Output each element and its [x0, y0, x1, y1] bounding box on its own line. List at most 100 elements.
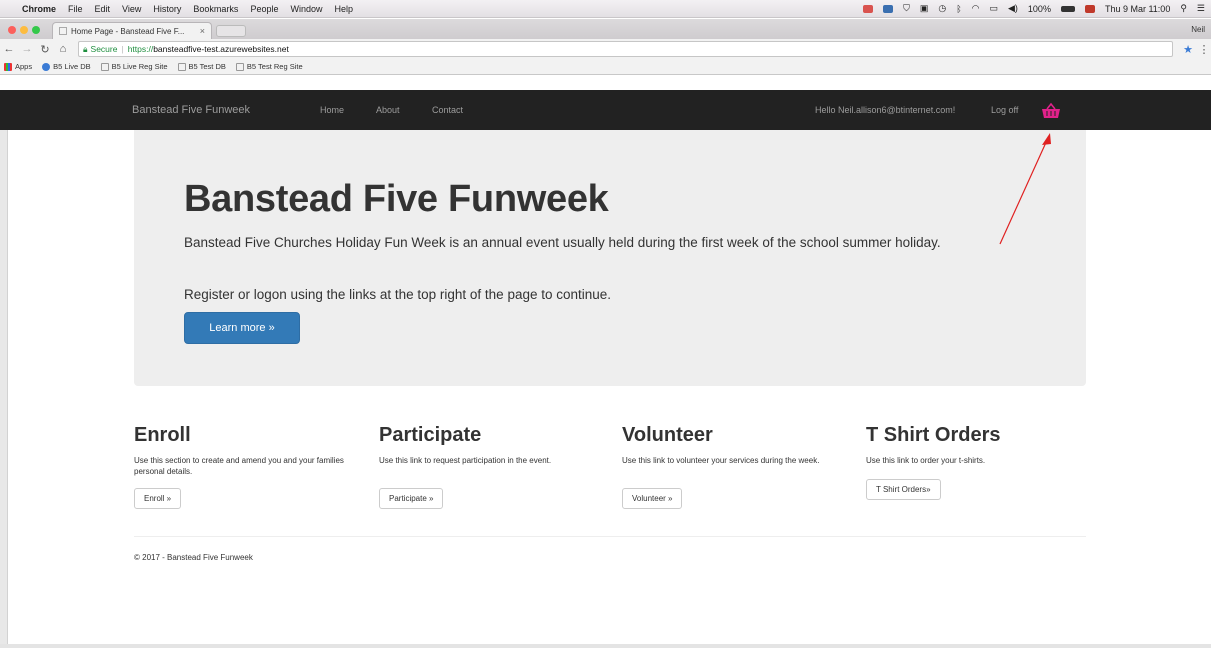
notification-center-icon[interactable]: ☰: [1197, 3, 1205, 14]
bookmark-apps[interactable]: Apps: [4, 62, 32, 71]
bookmark-label: B5 Live Reg Site: [111, 62, 168, 71]
dropbox-icon[interactable]: [883, 4, 894, 13]
section-participate: Participate Use this link to request par…: [379, 424, 614, 509]
wifi-icon[interactable]: ◠: [972, 3, 980, 14]
menubar-clock[interactable]: Thu 9 Mar 11:00: [1105, 4, 1170, 14]
spotlight-search-icon[interactable]: ⚲: [1180, 3, 1187, 14]
jumbotron-register-text: Register or logon using the links at the…: [184, 287, 612, 302]
bookmark-b5-test-db[interactable]: B5 Test DB: [177, 62, 226, 71]
back-arrow-icon[interactable]: ←: [0, 43, 18, 55]
menu-file[interactable]: File: [68, 4, 83, 14]
menu-window[interactable]: Window: [290, 4, 322, 14]
window-left-edge: [0, 130, 8, 648]
bookmark-label: B5 Test DB: [188, 62, 226, 71]
menu-app-name[interactable]: Chrome: [22, 4, 56, 14]
volunteer-button[interactable]: Volunteer »: [622, 488, 683, 509]
close-window-icon[interactable]: [8, 26, 16, 34]
section-title: Enroll: [134, 424, 191, 446]
document-icon: [177, 62, 186, 71]
menu-help[interactable]: Help: [334, 4, 353, 14]
window-bottom-edge: [0, 644, 1211, 648]
bookmarks-bar: Apps B5 Live DB B5 Live Reg Site B5 Test…: [0, 59, 1211, 74]
nav-logoff-link[interactable]: Log off: [991, 105, 1018, 115]
learn-more-button[interactable]: Learn more »: [184, 312, 300, 344]
page-icon: [235, 62, 244, 71]
shopping-basket-icon[interactable]: [1041, 102, 1061, 120]
jumbotron-lead: Banstead Five Churches Holiday Fun Week …: [184, 235, 941, 250]
status-app-icon[interactable]: [863, 4, 874, 13]
airplay-icon[interactable]: ▭: [989, 3, 998, 14]
minimize-window-icon[interactable]: [20, 26, 28, 34]
bookmark-label: B5 Live DB: [53, 62, 91, 71]
bookmark-label: Apps: [15, 62, 33, 71]
bookmark-star-icon[interactable]: ★: [1179, 43, 1197, 56]
page-icon: [100, 62, 109, 71]
macos-menubar: Chrome File Edit View History Bookmarks …: [0, 0, 1211, 18]
section-title: T Shirt Orders: [866, 424, 1001, 446]
section-text: Use this section to create and amend you…: [134, 456, 344, 476]
navigation-row: ← → ↻ ⌂ 🔒︎ Secure | https:// bansteadfiv…: [0, 39, 1211, 59]
annotation-arrow-icon: [999, 133, 1051, 245]
window-controls: [0, 26, 52, 39]
menu-bookmarks[interactable]: Bookmarks: [193, 4, 238, 14]
time-machine-icon[interactable]: ◷: [938, 3, 946, 14]
secure-label: Secure: [90, 44, 118, 54]
menu-view[interactable]: View: [122, 4, 141, 14]
browser-tab-active[interactable]: Home Page - Banstead Five F... ×: [52, 22, 212, 39]
menu-edit[interactable]: Edit: [95, 4, 111, 14]
new-tab-button[interactable]: [216, 25, 246, 37]
section-tshirt-orders: T Shirt Orders Use this link to order yo…: [866, 424, 1101, 500]
participate-button[interactable]: Participate »: [379, 488, 444, 509]
page-favicon-icon: [59, 27, 67, 35]
nav-user-greeting[interactable]: Hello Neil.allison6@btinternet.com!: [815, 105, 955, 115]
shield-icon[interactable]: ⛉: [903, 3, 910, 14]
lock-icon: 🔒︎: [83, 43, 88, 54]
display-icon[interactable]: ▣: [920, 3, 929, 14]
page-title: Banstead Five Funweek: [184, 178, 609, 220]
enroll-button[interactable]: Enroll »: [134, 488, 182, 509]
menubar-status-area: ⛉ ▣ ◷ ᛒ ◠ ▭ ◀) 100% Thu 9 Mar 11:00 ⚲ ☰: [853, 3, 1211, 14]
tab-close-icon[interactable]: ×: [200, 26, 205, 36]
browser-toolbar: ← → ↻ ⌂ 🔒︎ Secure | https:// bansteadfiv…: [0, 39, 1211, 75]
section-text: Use this link to order your t-shirts.: [866, 456, 986, 465]
tab-title: Home Page - Banstead Five F...: [71, 26, 185, 36]
bookmark-label: B5 Test Reg Site: [246, 62, 303, 71]
site-navbar: Banstead Five Funweek Home About Contact…: [0, 90, 1211, 130]
section-volunteer: Volunteer Use this link to volunteer you…: [622, 424, 857, 509]
bookmark-b5-test-reg-site[interactable]: B5 Test Reg Site: [235, 62, 303, 71]
nav-link-contact[interactable]: Contact: [432, 105, 463, 115]
database-icon: [42, 62, 51, 71]
apps-grid-icon: [4, 62, 12, 71]
battery-percent[interactable]: 100%: [1028, 4, 1051, 14]
nav-link-home[interactable]: Home: [320, 105, 344, 115]
jumbotron: Banstead Five Funweek Banstead Five Chur…: [134, 130, 1086, 386]
flag-icon[interactable]: [1084, 4, 1095, 13]
footer-copyright: © 2017 - Banstead Five Funweek: [134, 553, 253, 562]
reload-icon[interactable]: ↻: [36, 43, 54, 56]
footer-divider: [134, 536, 1086, 537]
menu-history[interactable]: History: [153, 4, 181, 14]
home-icon[interactable]: ⌂: [54, 43, 72, 55]
battery-icon[interactable]: [1060, 5, 1075, 12]
bookmark-b5-live-db[interactable]: B5 Live DB: [42, 62, 91, 71]
maximize-window-icon[interactable]: [32, 26, 40, 34]
section-text: Use this link to volunteer your services…: [622, 456, 820, 465]
address-separator: |: [121, 44, 124, 54]
address-bar[interactable]: 🔒︎ Secure | https:// bansteadfive-test.a…: [78, 41, 1173, 57]
url-scheme: https://: [127, 44, 154, 54]
section-text: Use this link to request participation i…: [379, 456, 552, 465]
section-title: Volunteer: [622, 424, 713, 446]
chrome-menu-icon[interactable]: ⋮: [1197, 43, 1211, 56]
tshirt-orders-button[interactable]: T Shirt Orders»: [866, 479, 941, 500]
profile-name[interactable]: Neil: [1191, 25, 1205, 34]
section-enroll: Enroll Use this section to create and am…: [134, 424, 369, 509]
menu-people[interactable]: People: [250, 4, 278, 14]
bluetooth-icon[interactable]: ᛒ: [956, 4, 961, 14]
bookmark-b5-live-reg-site[interactable]: B5 Live Reg Site: [100, 62, 168, 71]
nav-link-about[interactable]: About: [376, 105, 400, 115]
forward-arrow-icon[interactable]: →: [18, 43, 36, 55]
url-host: bansteadfive-test.azurewebsites.net: [153, 44, 289, 54]
section-title: Participate: [379, 424, 482, 446]
navbar-brand[interactable]: Banstead Five Funweek: [132, 104, 250, 116]
volume-icon[interactable]: ◀): [1008, 3, 1018, 14]
